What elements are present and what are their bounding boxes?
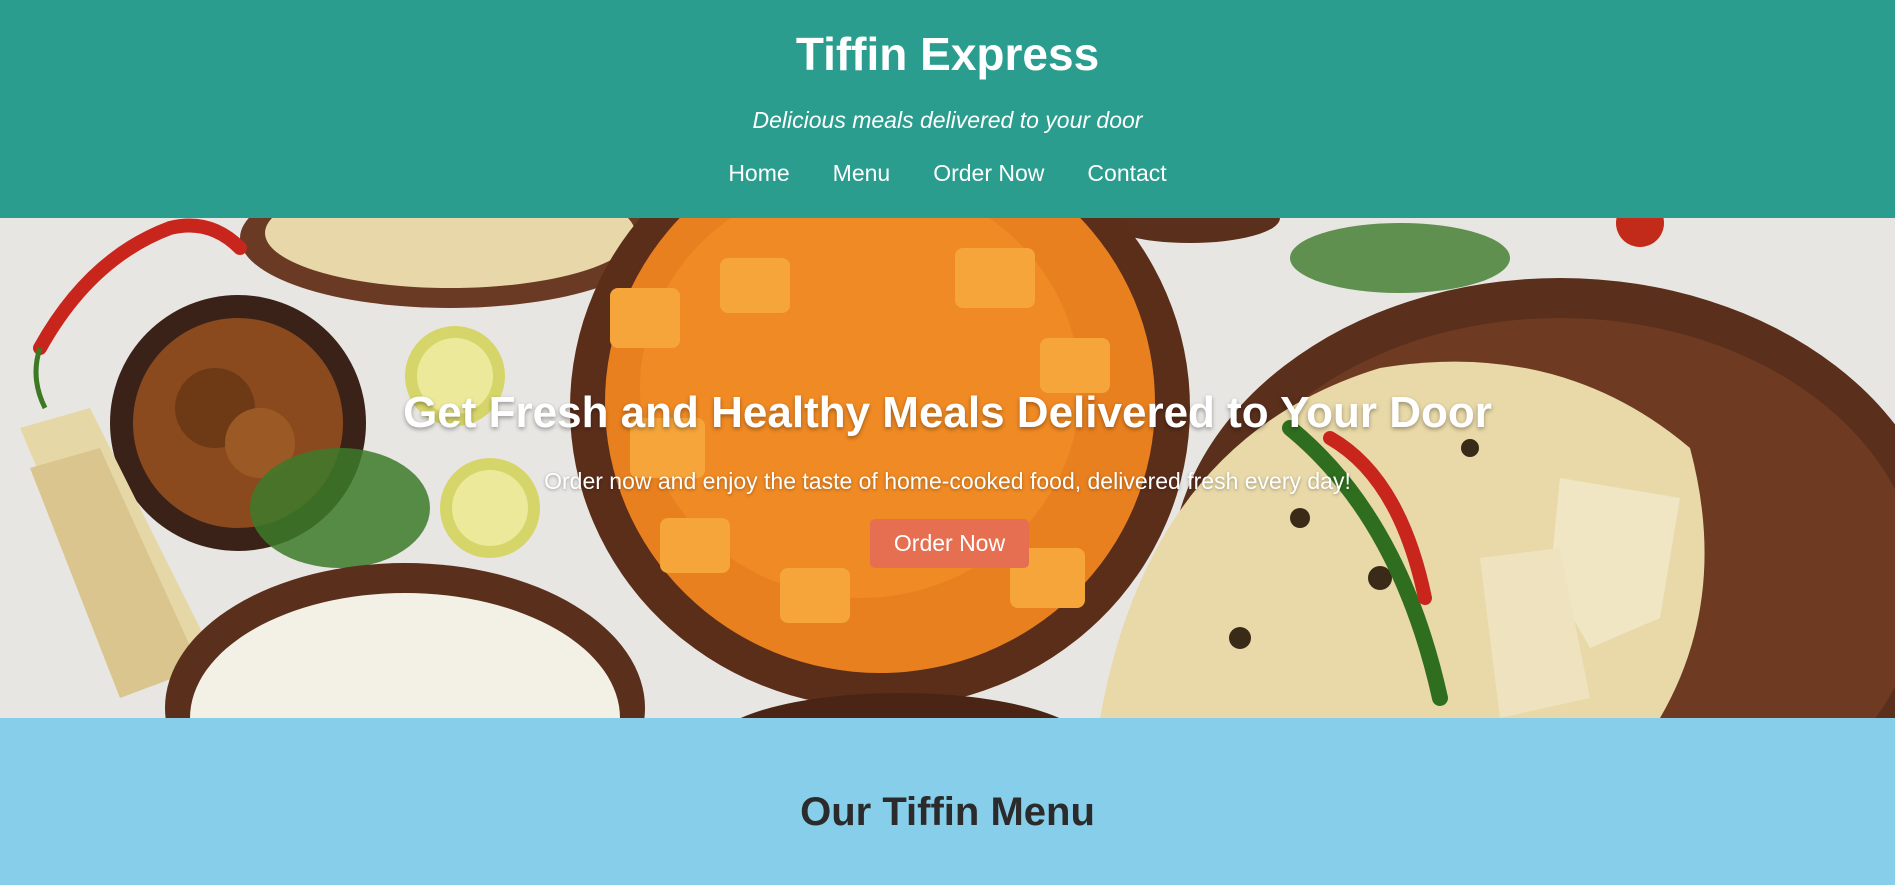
main-nav: Home Menu Order Now Contact xyxy=(0,158,1895,188)
site-title: Tiffin Express xyxy=(795,28,1100,80)
hero-subheading: Order now and enjoy the taste of home-co… xyxy=(544,468,1351,494)
nav-link-contact[interactable]: Contact xyxy=(1087,158,1166,188)
menu-section: Our Tiffin Menu xyxy=(0,718,1895,885)
hero-banner: Get Fresh and Healthy Meals Delivered to… xyxy=(0,218,1895,718)
nav-link-order-now[interactable]: Order Now xyxy=(933,158,1044,188)
order-now-button[interactable]: Order Now xyxy=(870,519,1029,568)
nav-link-menu[interactable]: Menu xyxy=(833,158,891,188)
nav-link-home[interactable]: Home xyxy=(728,158,789,188)
site-tagline: Delicious meals delivered to your door xyxy=(752,107,1143,133)
hero-heading: Get Fresh and Healthy Meals Delivered to… xyxy=(403,388,1492,437)
menu-section-title: Our Tiffin Menu xyxy=(800,790,1095,834)
site-header: Tiffin Express Delicious meals delivered… xyxy=(0,0,1895,218)
